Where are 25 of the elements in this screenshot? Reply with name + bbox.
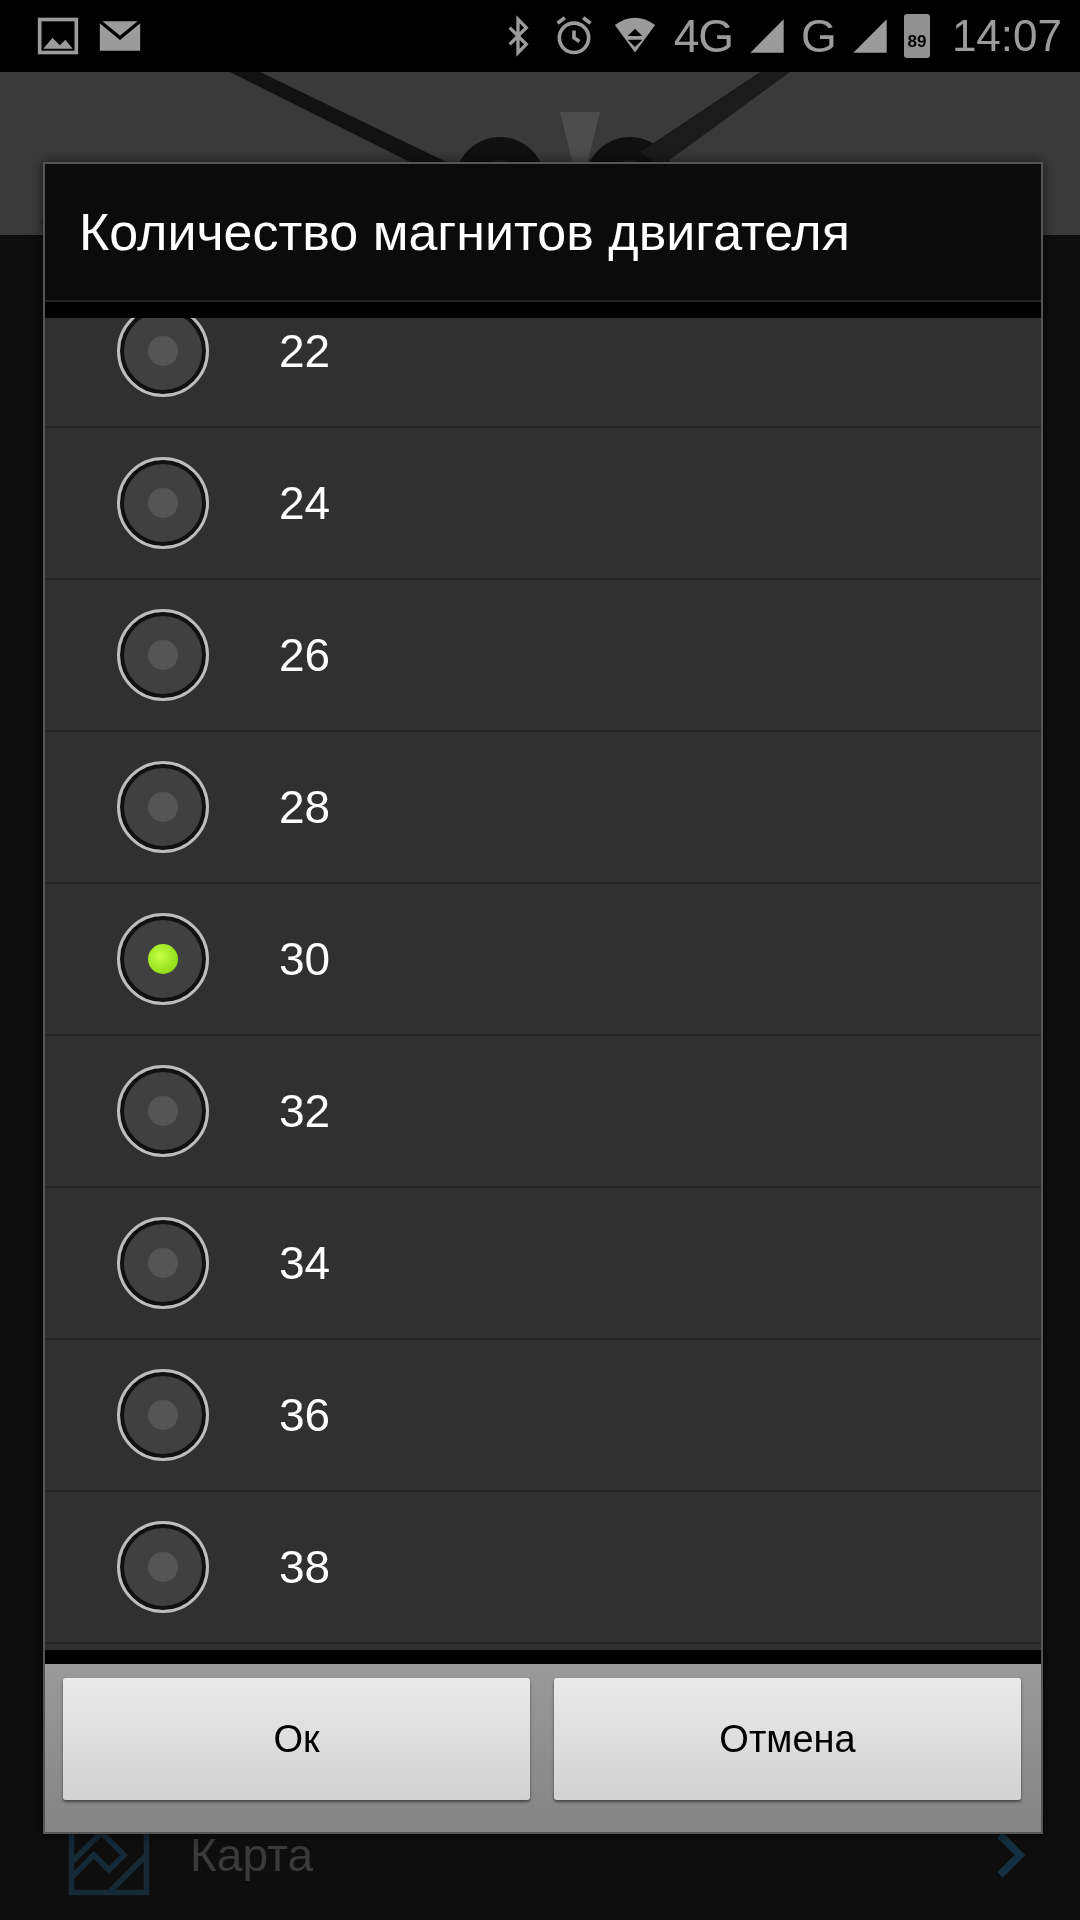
option-row[interactable]: 38 — [45, 1492, 1041, 1644]
option-row[interactable]: 32 — [45, 1036, 1041, 1188]
option-label: 24 — [279, 476, 331, 530]
option-label: 34 — [279, 1236, 331, 1290]
option-row[interactable]: 24 — [45, 428, 1041, 580]
option-row[interactable]: 34 — [45, 1188, 1041, 1340]
dialog-button[interactable]: Ок — [63, 1678, 530, 1800]
option-label: 36 — [279, 1388, 331, 1442]
dialog-title: Количество магнитов двигателя — [79, 202, 850, 262]
option-label: 28 — [279, 780, 331, 834]
network-type: G — [801, 9, 836, 63]
option-label: 22 — [279, 324, 331, 378]
option-row[interactable]: 22 — [45, 318, 1041, 428]
option-row[interactable]: 30 — [45, 884, 1041, 1036]
network-type: 4G — [673, 9, 734, 63]
dialog-button[interactable]: Отмена — [554, 1678, 1021, 1800]
option-label: 32 — [279, 1084, 331, 1138]
option-row[interactable]: 36 — [45, 1340, 1041, 1492]
option-row[interactable]: 28 — [45, 732, 1041, 884]
option-row[interactable]: 26 — [45, 580, 1041, 732]
option-label: 30 — [279, 932, 331, 986]
battery-icon: 89 — [903, 14, 930, 58]
option-label: 38 — [279, 1540, 331, 1594]
clock: 14:07 — [951, 11, 1062, 61]
option-label: 26 — [279, 628, 331, 682]
